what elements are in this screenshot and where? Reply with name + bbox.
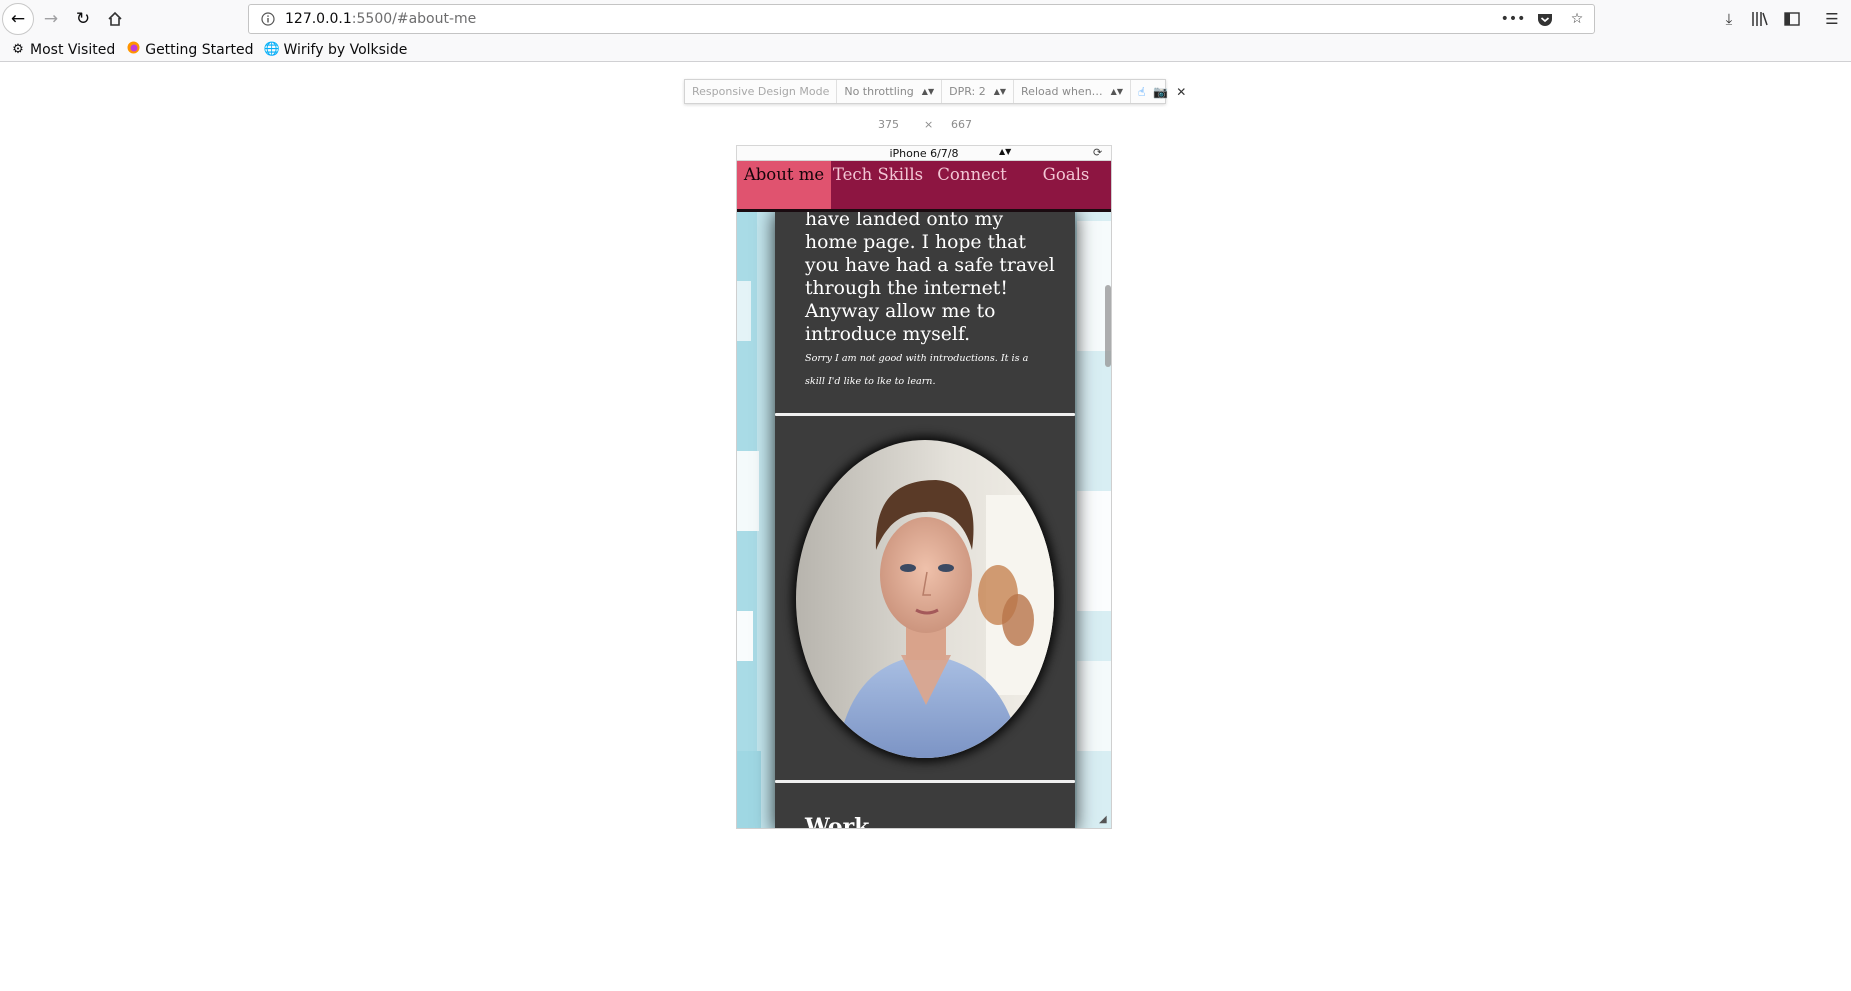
background-pattern [737, 751, 761, 828]
throttling-label: No throttling [844, 85, 914, 98]
work-heading: Work [805, 814, 870, 829]
touch-simulation-icon[interactable]: ☝ [1138, 85, 1145, 99]
library-icon[interactable] [1747, 6, 1773, 32]
intro-note: Sorry I am not good with introductions. … [805, 353, 1029, 387]
viewport-dimensions: 375 × 667 [860, 118, 1100, 134]
url-path: :5500/#about-me [351, 11, 477, 27]
globe-icon: 🌐 [263, 42, 280, 57]
home-icon [108, 11, 122, 26]
rdm-title: Responsive Design Mode [685, 80, 838, 103]
viewport-height[interactable]: 667 [951, 118, 972, 131]
reload-button[interactable]: ↻ [67, 3, 99, 35]
dimension-separator: × [924, 118, 934, 131]
bookmark-label: Getting Started [145, 41, 254, 58]
back-arrow-icon: ← [10, 9, 26, 29]
screenshot-icon[interactable]: 📷 [1153, 85, 1168, 99]
url-host: 127.0.0.1 [285, 11, 352, 27]
browser-toolbar: ← → ↻ 127.0.0.1:5500/#about-me ••• ☆ ⤓ ☰ [0, 0, 1851, 38]
sidebar-icon[interactable] [1779, 6, 1805, 32]
bookmarks-toolbar: ⚙ Most Visited Getting Started 🌐 Wirify … [0, 38, 1851, 62]
pocket-icon[interactable] [1534, 8, 1556, 30]
firefox-icon [125, 41, 141, 58]
divider [775, 780, 1075, 783]
chevron-updown-icon: ▲▼ [921, 87, 935, 96]
device-name: iPhone 6/7/8 [889, 146, 959, 160]
downloads-icon[interactable]: ⤓ [1716, 6, 1742, 32]
site-navbar: About me Tech Skills Connect Goals [737, 161, 1111, 212]
chevron-updown-icon: ▲▼ [993, 87, 1007, 96]
device-selector[interactable]: iPhone 6/7/8 ▲▼ ⟳ [736, 145, 1112, 161]
reload-label: Reload when… [1021, 85, 1103, 98]
back-button[interactable]: ← [2, 3, 34, 35]
forward-arrow-icon: → [43, 9, 59, 29]
url-bar[interactable]: 127.0.0.1:5500/#about-me ••• ☆ [248, 4, 1595, 34]
throttling-select[interactable]: No throttling ▲▼ [837, 80, 943, 103]
viewport-width[interactable]: 375 [878, 118, 899, 131]
background-pattern [1077, 491, 1111, 611]
background-pattern [1077, 661, 1111, 751]
divider [775, 413, 1075, 416]
site-info-icon[interactable] [257, 8, 279, 30]
menu-icon[interactable]: ☰ [1819, 6, 1845, 32]
bookmark-label: Most Visited [30, 41, 116, 58]
background-pattern [737, 611, 753, 661]
bookmark-label: Wirify by Volkside [283, 41, 408, 58]
chevron-updown-icon: ▲▼ [999, 147, 1012, 156]
page-actions-icon[interactable]: ••• [1501, 8, 1526, 30]
url-text[interactable]: 127.0.0.1:5500/#about-me [285, 11, 476, 27]
close-icon[interactable]: ✕ [1176, 85, 1186, 99]
rdm-toolbar: Responsive Design Mode No throttling ▲▼ D… [684, 79, 1186, 104]
dpr-label: DPR: 2 [949, 85, 986, 98]
rotate-icon[interactable]: ⟳ [1093, 146, 1102, 159]
nav-goals[interactable]: Goals [1019, 161, 1111, 209]
intro-text: have landed onto my home page. I hope th… [805, 209, 1055, 345]
scrollbar-thumb[interactable] [1105, 285, 1111, 367]
forward-button[interactable]: → [35, 3, 67, 35]
nav-connect[interactable]: Connect [925, 161, 1019, 209]
bookmark-star-icon[interactable]: ☆ [1566, 8, 1588, 30]
nav-about-me[interactable]: About me [737, 161, 831, 209]
resize-handle-icon[interactable]: ◢ [1099, 814, 1111, 826]
home-button[interactable] [99, 3, 131, 35]
bookmark-most-visited[interactable]: ⚙ Most Visited [10, 42, 115, 58]
gear-icon: ⚙ [12, 42, 24, 57]
reload-icon: ↻ [75, 9, 91, 29]
profile-photo [796, 440, 1054, 758]
reload-select[interactable]: Reload when… ▲▼ [1014, 80, 1131, 103]
device-viewport: have landed onto my home page. I hope th… [736, 161, 1112, 829]
about-me-card: have landed onto my home page. I hope th… [775, 209, 1075, 829]
bookmark-getting-started[interactable]: Getting Started [125, 41, 253, 58]
dpr-select[interactable]: DPR: 2 ▲▼ [942, 80, 1015, 103]
nav-tech-skills[interactable]: Tech Skills [831, 161, 925, 209]
chevron-updown-icon: ▲▼ [1110, 87, 1123, 96]
bookmark-wirify[interactable]: 🌐 Wirify by Volkside [263, 42, 407, 58]
background-pattern [737, 451, 759, 531]
background-pattern [737, 281, 751, 341]
